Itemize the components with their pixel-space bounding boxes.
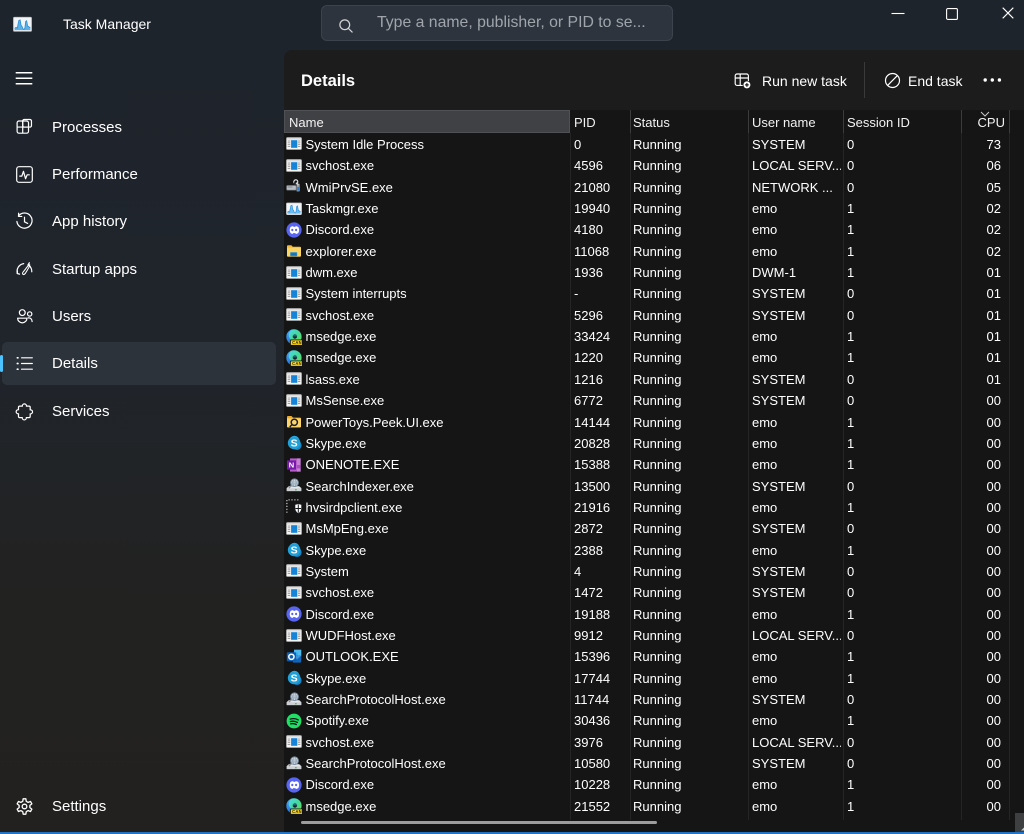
svg-text:CAN: CAN xyxy=(292,340,302,345)
svg-text:CAN: CAN xyxy=(292,361,302,366)
svg-text:N: N xyxy=(289,460,294,469)
svg-text:S: S xyxy=(291,545,298,557)
svg-text:S: S xyxy=(291,438,298,450)
svg-text:CAN: CAN xyxy=(292,810,302,815)
svg-text:S: S xyxy=(291,673,298,685)
